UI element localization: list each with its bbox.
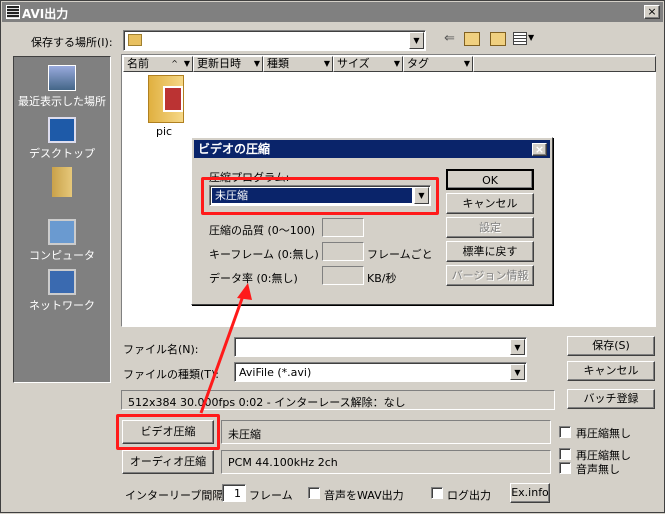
annotation-arrow-head [237, 283, 252, 300]
annotation-arrow-line [199, 292, 246, 414]
annotation-arrow [199, 283, 252, 414]
avi-output-window: AVI出力 × 保存する場所(I): ▼ ⇐ ▼ 最近表示した場所 デスクトップ… [0, 0, 665, 513]
